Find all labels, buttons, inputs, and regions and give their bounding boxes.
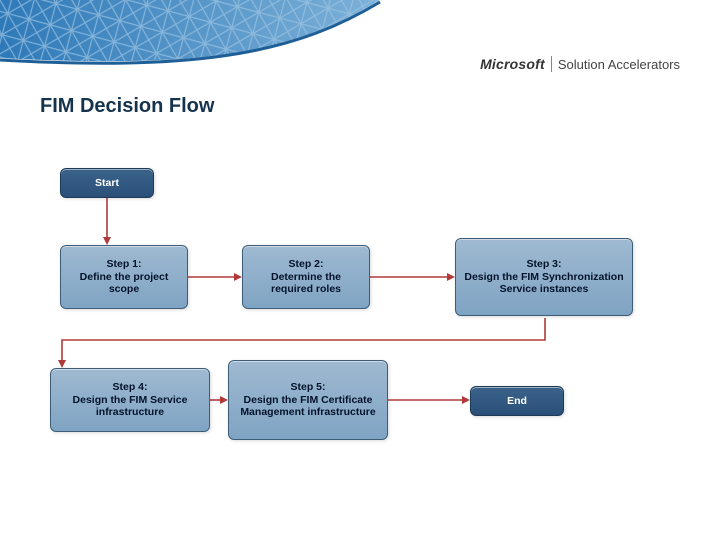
node-step-2: Step 2: Determine the required roles bbox=[242, 245, 370, 309]
node-step-2-title: Step 2: bbox=[288, 258, 323, 271]
node-step-5: Step 5: Design the FIM Certificate Manag… bbox=[228, 360, 388, 440]
brand-left: Microsoft bbox=[480, 56, 545, 72]
node-step-4-title: Step 4: bbox=[112, 381, 147, 394]
header-decoration bbox=[0, 0, 720, 85]
node-step-1-body: Define the project scope bbox=[69, 271, 179, 296]
node-end: End bbox=[470, 386, 564, 416]
brand-lockup: Microsoft Solution Accelerators bbox=[480, 56, 680, 72]
node-step-4: Step 4: Design the FIM Service infrastru… bbox=[50, 368, 210, 432]
brand-right: Solution Accelerators bbox=[558, 57, 680, 72]
page-title: FIM Decision Flow bbox=[40, 95, 214, 118]
node-step-5-body: Design the FIM Certificate Management in… bbox=[237, 394, 379, 419]
node-start: Start bbox=[60, 168, 154, 198]
brand-divider bbox=[551, 56, 552, 72]
node-step-5-title: Step 5: bbox=[290, 381, 325, 394]
node-step-3-title: Step 3: bbox=[526, 258, 561, 271]
node-step-3: Step 3: Design the FIM Synchronization S… bbox=[455, 238, 633, 316]
node-step-1-title: Step 1: bbox=[106, 258, 141, 271]
row-steps-4-end: Step 4: Design the FIM Service infrastru… bbox=[50, 360, 680, 460]
node-step-3-body: Design the FIM Synchronization Service i… bbox=[464, 271, 624, 296]
node-step-4-body: Design the FIM Service infrastructure bbox=[59, 394, 201, 419]
slide: Microsoft Solution Accelerators FIM Deci… bbox=[0, 0, 720, 540]
node-step-1: Step 1: Define the project scope bbox=[60, 245, 188, 309]
node-end-label: End bbox=[507, 395, 527, 408]
row-steps-1-3: Step 1: Define the project scope Step 2:… bbox=[50, 245, 680, 345]
node-start-label: Start bbox=[95, 177, 119, 190]
node-step-2-body: Determine the required roles bbox=[251, 271, 361, 296]
